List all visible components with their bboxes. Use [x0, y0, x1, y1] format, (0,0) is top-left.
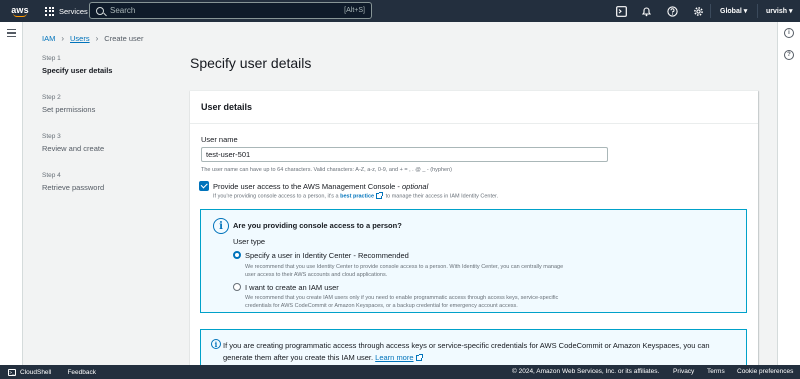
step-4: Step 4 Retrieve password [42, 172, 104, 192]
copyright: © 2024, Amazon Web Services, Inc. or its… [512, 368, 660, 375]
external-link-icon [376, 192, 384, 199]
user-type-label: User type [233, 237, 266, 246]
radio-iam-user[interactable] [233, 283, 241, 291]
radio-desc-identity-center: We recommend that you use Identity Cente… [245, 264, 564, 278]
cookie-preferences-link[interactable]: Cookie preferences [737, 368, 793, 375]
breadcrumb: IAM › Users › Create user [42, 34, 143, 43]
step-number: Step 1 [42, 55, 61, 62]
programmatic-access-text: If you are creating programmatic access … [223, 341, 710, 362]
help-panel-icon[interactable]: ? [784, 50, 794, 60]
terms-link[interactable]: Terms [707, 368, 725, 375]
breadcrumb-create-user: Create user [104, 34, 144, 43]
feedback-link[interactable]: Feedback [67, 369, 96, 376]
learn-more-link[interactable]: Learn more [375, 353, 413, 362]
info-panel-icon[interactable]: i [784, 28, 794, 38]
radio-desc-iam-user: We recommend that you create IAM users o… [245, 295, 559, 309]
breadcrumb-iam[interactable]: IAM [42, 34, 55, 43]
menu-icon[interactable] [7, 29, 16, 37]
region-selector[interactable]: Global ▾ [720, 7, 747, 15]
aws-logo[interactable]: aws [5, 0, 35, 22]
step-3: Step 3 Review and create [42, 133, 104, 153]
chevron-right-icon: › [61, 34, 65, 43]
programmatic-access-alert: i If you are creating programmatic acces… [200, 329, 747, 369]
step-title: Set permissions [42, 105, 96, 114]
step-title: Retrieve password [42, 183, 105, 192]
optional-label: optional [401, 182, 429, 191]
gear-icon[interactable] [692, 5, 704, 17]
search-icon [96, 6, 104, 15]
username-constraint: The user name can have up to 64 characte… [201, 167, 452, 173]
chevron-right-icon: › [95, 34, 99, 43]
cloudshell-link[interactable]: CloudShell [20, 369, 51, 376]
radio-identity-center[interactable] [233, 251, 241, 259]
account-menu[interactable]: urvish ▾ [766, 7, 792, 15]
page-title: Specify user details [190, 55, 312, 71]
best-practice-link[interactable]: best practice [340, 193, 374, 199]
alert-title: Are you providing console access to a pe… [233, 221, 402, 230]
step-number: Step 3 [42, 133, 61, 140]
step-number: Step 4 [42, 172, 61, 179]
step-1: Step 1 Specify user details [42, 55, 112, 75]
info-icon: i [213, 218, 229, 234]
user-details-panel: User details User name The user name can… [190, 90, 758, 370]
top-navigation: aws Services [Alt+S] Global ▾ urvish ▾ [0, 0, 800, 22]
cloudshell-icon[interactable] [615, 5, 627, 17]
info-icon: i [211, 339, 221, 349]
radio-label-identity-center[interactable]: Specify a user in Identity Center - Reco… [245, 251, 409, 260]
step-title: Specify user details [42, 66, 113, 75]
grid-icon [45, 6, 54, 16]
username-input[interactable] [201, 147, 608, 162]
external-link-icon [415, 354, 423, 362]
console-access-alert: i Are you providing console access to a … [200, 209, 747, 313]
panel-header: User details [190, 91, 758, 124]
search-box[interactable]: [Alt+S] [89, 2, 372, 19]
cloudshell-icon[interactable]: >_ [8, 368, 16, 376]
services-menu-button[interactable]: Services [45, 6, 88, 16]
logo-smile-icon [13, 13, 27, 17]
services-label: Services [59, 6, 88, 16]
right-rail: i ? [777, 22, 800, 365]
step-2: Step 2 Set permissions [42, 94, 95, 114]
step-title: Review and create [42, 144, 105, 153]
nav-divider [710, 4, 711, 18]
privacy-link[interactable]: Privacy [673, 368, 694, 375]
help-icon[interactable] [666, 5, 678, 17]
bell-icon[interactable] [640, 5, 652, 17]
step-number: Step 2 [42, 94, 61, 101]
panel-title: User details [201, 102, 253, 112]
console-access-checkbox[interactable] [199, 181, 209, 191]
search-input[interactable] [110, 6, 345, 15]
console-access-label[interactable]: Provide user access to the AWS Managemen… [213, 182, 428, 191]
nav-divider [757, 4, 758, 18]
footer: >_ CloudShell Feedback © 2024, Amazon We… [0, 365, 800, 379]
breadcrumb-users[interactable]: Users [70, 34, 90, 43]
username-label: User name [201, 135, 238, 144]
left-rail [0, 22, 23, 365]
console-access-description: If you're providing console access to a … [213, 192, 499, 200]
search-shortcut: [Alt+S] [344, 7, 365, 14]
radio-label-iam-user[interactable]: I want to create an IAM user [245, 283, 339, 292]
